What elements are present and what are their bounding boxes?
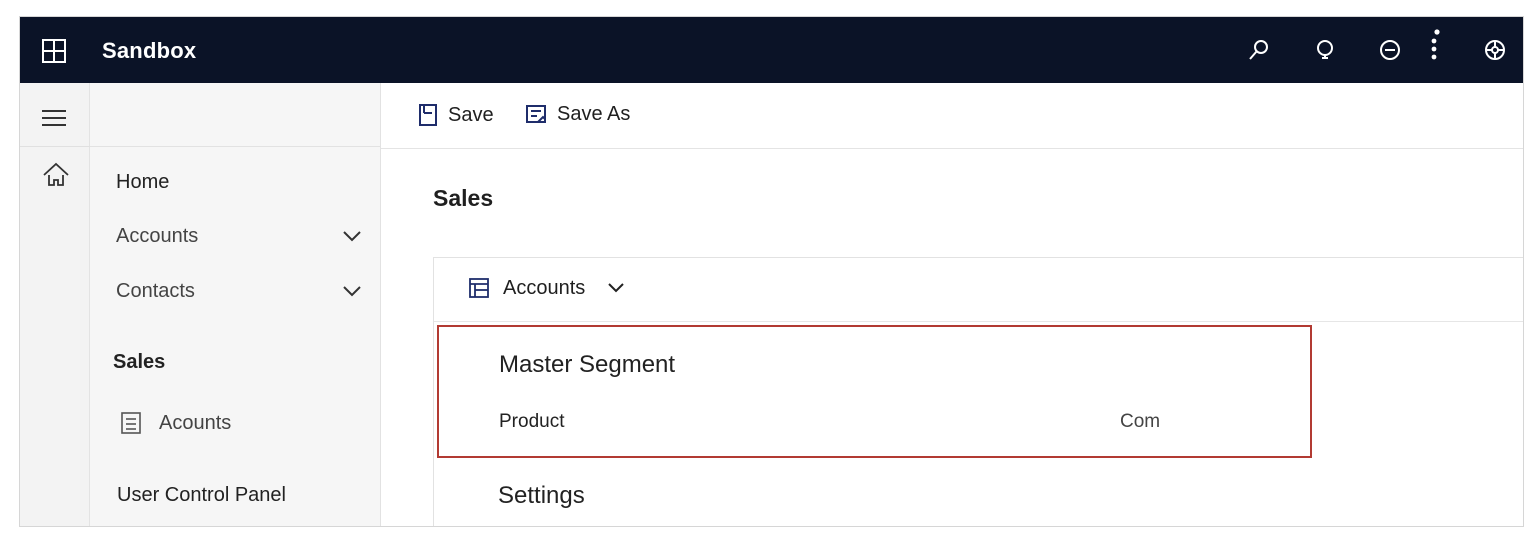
save-button[interactable]: Save <box>418 103 494 127</box>
left-rail <box>20 83 90 526</box>
save-as-button[interactable]: Save As <box>525 103 630 126</box>
app-window: Sandbox Home Accounts Contacts Sales Aco… <box>19 16 1524 527</box>
top-bar: Sandbox <box>20 17 1523 83</box>
rail-divider <box>20 146 90 147</box>
product-value: Com <box>1120 411 1161 432</box>
chevron-down-icon[interactable] <box>342 284 362 298</box>
sitemap-divider <box>90 146 381 147</box>
more-vertical-icon[interactable] <box>1421 29 1447 63</box>
master-segment-highlight: Master Segment Product Com <box>437 325 1312 458</box>
settings-section-title[interactable]: Settings <box>498 482 585 510</box>
save-as-icon <box>526 104 546 123</box>
minus-circle-icon[interactable] <box>1377 37 1403 63</box>
search-icon[interactable] <box>1246 37 1272 63</box>
settings-icon[interactable] <box>1482 37 1508 63</box>
panel-header-label[interactable]: Accounts <box>503 277 585 300</box>
sitemap-item-acounts[interactable]: Acounts <box>159 412 231 435</box>
command-bar: Save Save As <box>381 83 1523 149</box>
sales-panel: Accounts Master Segment Product Com Sett… <box>433 257 1523 526</box>
main-content: Sales Accounts Master Segment Product Co… <box>381 149 1523 526</box>
master-segment-title: Master Segment <box>499 351 676 378</box>
app-title: Sandbox <box>102 38 197 63</box>
sitemap-item-accounts[interactable]: Accounts <box>116 225 198 248</box>
save-as-label: Save As <box>557 103 631 125</box>
product-label[interactable]: Product <box>499 411 564 433</box>
panel-header[interactable]: Accounts <box>434 258 1523 322</box>
page-title: Sales <box>433 185 494 211</box>
sitemap-item-home[interactable]: Home <box>116 171 169 194</box>
sitemap-item-contacts[interactable]: Contacts <box>116 280 195 303</box>
entity-icon <box>121 412 141 434</box>
table-icon <box>468 277 490 299</box>
save-icon <box>419 104 437 126</box>
sitemap-panel: Home Accounts Contacts Sales Acounts Use… <box>90 83 381 526</box>
save-label: Save <box>448 103 494 126</box>
chevron-down-icon[interactable] <box>607 281 625 295</box>
sitemap-item-user-control-panel[interactable]: User Control Panel <box>117 484 286 507</box>
lightbulb-icon[interactable] <box>1312 37 1338 63</box>
waffle-icon[interactable] <box>41 38 67 64</box>
hamburger-icon[interactable] <box>42 109 66 127</box>
sitemap-group-sales: Sales <box>113 351 166 373</box>
home-icon[interactable] <box>42 161 70 189</box>
chevron-down-icon[interactable] <box>342 229 362 243</box>
